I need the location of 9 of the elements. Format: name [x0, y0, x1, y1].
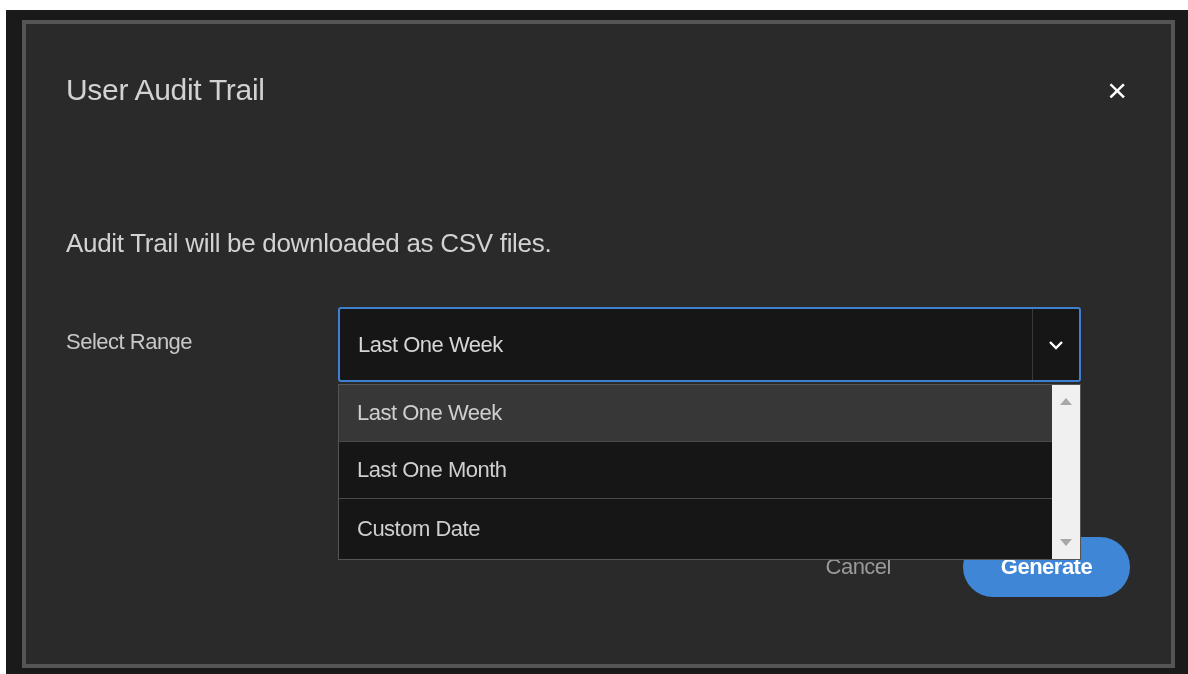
range-label: Select Range [66, 328, 194, 355]
info-message: Audit Trail will be downloaded as CSV files. [66, 228, 553, 259]
chevron-down-icon [1048, 339, 1064, 350]
close-button[interactable]: × [1107, 73, 1127, 107]
select-value: Last One Week [357, 330, 504, 359]
scrollbar[interactable] [1052, 385, 1080, 559]
dropdown-option[interactable]: Last One Week [339, 385, 1052, 442]
dialog-title: User Audit Trail [66, 73, 265, 107]
range-select[interactable]: Last One Week [338, 307, 1081, 382]
